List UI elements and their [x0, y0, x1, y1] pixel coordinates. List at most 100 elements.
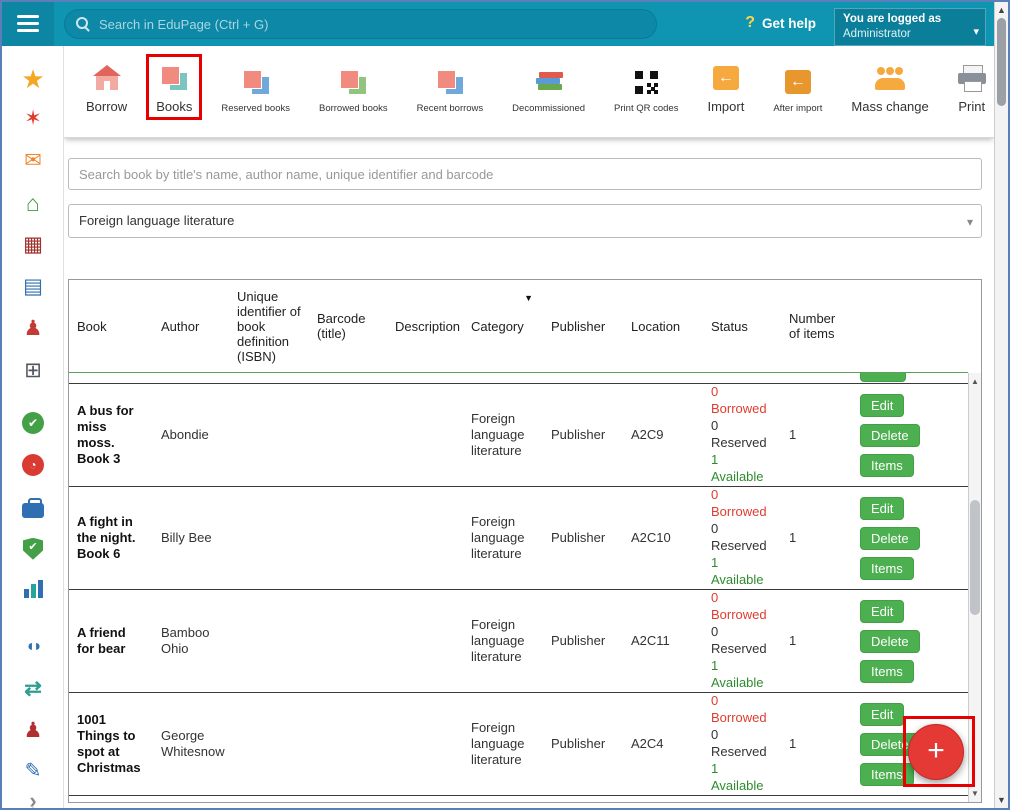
column-header-items-count[interactable]: Number of items — [781, 311, 856, 341]
cell-category: Foreign language literature — [463, 411, 543, 460]
edit-button[interactable]: Edit — [860, 497, 904, 520]
partial-row — [69, 373, 981, 384]
status-available: 1 Available — [711, 555, 773, 589]
toolbar-item-print[interactable]: Print — [948, 54, 996, 120]
toolbar-item-after-import[interactable]: ← After import — [763, 54, 832, 120]
category-select[interactable]: Foreign language literature ▾ — [68, 204, 982, 238]
scroll-down-icon[interactable]: ▼ — [995, 793, 1008, 807]
sidebar-item-attendance[interactable]: ✔ — [2, 408, 64, 442]
column-header-barcode[interactable]: Barcode (title) — [309, 311, 387, 341]
page-scrollbar-thumb[interactable] — [997, 18, 1006, 106]
toolbar-item-print-qr[interactable]: Print QR codes — [604, 54, 688, 120]
column-header-status[interactable]: Status — [703, 319, 781, 334]
logged-in-dropdown[interactable]: You are logged as Administrator ▾ — [834, 8, 986, 46]
sidebar-item-calendar[interactable]: ⊞ — [2, 356, 64, 390]
toolbar-label: Decommissioned — [512, 103, 585, 114]
add-book-button[interactable]: + — [908, 724, 964, 780]
table-scrollbar-thumb[interactable] — [970, 500, 980, 615]
items-button[interactable]: Items — [860, 557, 914, 580]
toolbar-item-reserved-books[interactable]: Reserved books — [211, 54, 300, 120]
edit-button[interactable]: Edit — [860, 600, 904, 623]
delete-button[interactable]: Delete — [860, 424, 920, 447]
sidebar-item-favorites[interactable]: ★ — [2, 64, 64, 98]
sidebar-item-students[interactable]: ♟ — [2, 314, 64, 348]
items-button[interactable]: Items — [860, 763, 914, 786]
get-help-button[interactable]: ? Get help — [745, 14, 816, 32]
toolbar-item-mass-change[interactable]: Mass change — [841, 54, 938, 120]
cell-location: A2C9 — [623, 427, 703, 443]
person-icon: ♟ — [24, 317, 43, 340]
column-header-description[interactable]: Description — [387, 319, 463, 334]
hamburger-icon — [17, 15, 39, 36]
scroll-up-icon[interactable]: ▲ — [969, 375, 981, 388]
cell-status: 0 Borrowed 0 Reserved 1 Available — [703, 384, 781, 485]
cell-count: 1 — [781, 736, 856, 752]
toolbar-item-import[interactable]: ← Import — [697, 54, 754, 120]
sidebar-item-home[interactable]: ⌂ — [2, 188, 64, 222]
timetable-icon: ▦ — [23, 233, 43, 256]
column-header-isbn[interactable]: Unique identifier of book definition (IS… — [229, 289, 309, 364]
edupage-library-window: { "colors": { "topbar_teal": "#0f94b2", … — [0, 0, 1010, 810]
sidebar: ★ ✶ ✉ ⌂ ▦ ▤ ♟ ⊞ ✔ ◔ ✔ ◖◗ ⇄ ♟ ✎ › ♟ — [2, 46, 64, 808]
cell-publisher: Publisher — [543, 530, 623, 546]
borrow-house-icon — [92, 65, 122, 92]
sidebar-item-readers[interactable]: ♟ — [2, 716, 64, 750]
column-header-author[interactable]: Author — [153, 319, 229, 334]
toolbar-label: Borrow — [86, 99, 127, 114]
tablet-icon: ▤ — [23, 275, 43, 298]
get-help-label: Get help — [762, 16, 816, 31]
sidebar-item-timetable[interactable]: ▦ — [2, 230, 64, 264]
edit-button[interactable]: Edit — [860, 394, 904, 417]
sidebar-item-supplies[interactable]: ✎ — [2, 756, 64, 790]
sidebar-item-users[interactable]: ♟ — [2, 802, 64, 808]
exchange-icon: ⇄ — [24, 677, 42, 700]
items-button[interactable]: Items — [860, 660, 914, 683]
delete-button[interactable]: Delete — [860, 527, 920, 550]
page-scrollbar[interactable]: ▲ ▼ — [994, 2, 1008, 808]
hamburger-menu-button[interactable] — [2, 2, 54, 46]
edit-button[interactable]: Edit — [860, 703, 904, 726]
clipped-items-button[interactable] — [860, 373, 906, 382]
scroll-down-icon[interactable]: ▼ — [969, 787, 981, 800]
users-icon: ♟ — [24, 805, 43, 808]
sidebar-item-whats-new[interactable]: ✶ — [2, 104, 64, 138]
status-available: 1 Available — [711, 658, 773, 692]
table-row: A friend for bear Bamboo Ohio Foreign la… — [69, 590, 968, 693]
cell-location: A2C11 — [623, 633, 703, 649]
sidebar-item-agenda[interactable] — [2, 492, 64, 526]
sidebar-item-elearning[interactable]: ▤ — [2, 272, 64, 306]
sidebar-item-library[interactable]: ◖◗ — [2, 632, 64, 666]
toolbar-item-decommissioned[interactable]: Decommissioned — [502, 54, 595, 120]
chevron-down-icon: ▾ — [967, 206, 973, 238]
column-header-category[interactable]: ▼ Category — [463, 319, 543, 334]
column-header-location[interactable]: Location — [623, 319, 703, 334]
status-available: 1 Available — [711, 452, 773, 486]
reader-icon: ♟ — [24, 719, 43, 742]
scroll-up-icon[interactable]: ▲ — [995, 3, 1008, 17]
cell-publisher: Publisher — [543, 736, 623, 752]
table-row: A bus for miss moss. Book 3 Abondie Fore… — [69, 384, 968, 487]
toolbar-item-borrow[interactable]: Borrow — [76, 54, 137, 120]
status-reserved: 0 Reserved — [711, 727, 773, 761]
sidebar-item-statistics[interactable] — [2, 574, 64, 608]
delete-button[interactable]: Delete — [860, 630, 920, 653]
table-scrollbar[interactable]: ▲ ▼ — [968, 373, 981, 802]
column-header-publisher[interactable]: Publisher — [543, 319, 623, 334]
column-header-book[interactable]: Book — [69, 319, 153, 334]
sidebar-item-absences[interactable]: ◔ — [2, 450, 64, 484]
status-borrowed: 0 Borrowed — [711, 590, 773, 624]
toolbar-item-books[interactable]: Books — [146, 54, 202, 120]
toolbar-item-recent-borrows[interactable]: Recent borrows — [407, 54, 494, 120]
items-button[interactable]: Items — [860, 454, 914, 477]
toolbar-item-borrowed-books[interactable]: Borrowed books — [309, 54, 398, 120]
cell-location: A2C10 — [623, 530, 703, 546]
sidebar-item-control[interactable]: ✔ — [2, 534, 64, 568]
sidebar-item-lending[interactable]: ⇄ — [2, 674, 64, 708]
global-search-input[interactable] — [64, 9, 657, 39]
help-icon: ? — [745, 14, 755, 32]
shield-icon: ✔ — [23, 538, 43, 560]
status-borrowed: 0 Borrowed — [711, 384, 773, 418]
sidebar-item-messages[interactable]: ✉ — [2, 146, 64, 180]
book-search-input[interactable] — [68, 158, 982, 190]
printer-icon — [958, 65, 986, 91]
